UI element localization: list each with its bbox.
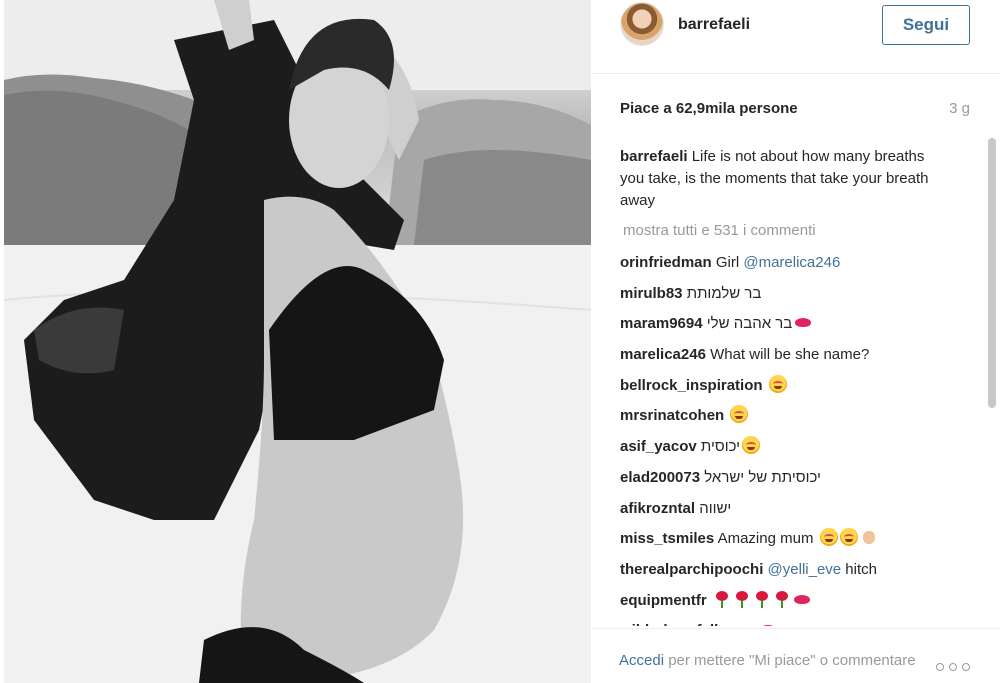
- comment-item: orinfriedman Girl @marelica246: [620, 252, 976, 283]
- comment-text: hitch: [841, 560, 877, 578]
- kiss-mark-icon: [759, 620, 777, 626]
- comment-item: therealparchipoochi @yelli_eve hitch: [620, 559, 976, 590]
- author-username[interactable]: barrefaeli: [678, 16, 750, 34]
- comment-item: asif_yacov יכוסית: [620, 436, 976, 467]
- comment-username[interactable]: mirulb83: [620, 285, 683, 302]
- comment-text: What will be she name?: [710, 346, 870, 364]
- rose-icon: [733, 590, 751, 608]
- post-sidebar: barrefaeli Segui Piace a 62,9mila person…: [592, 0, 1000, 683]
- login-prompt-text: per mettere "Mi piace" o commentare: [664, 652, 916, 669]
- rose-icon: [713, 590, 731, 608]
- kiss-mark-icon: [793, 590, 811, 608]
- comment-item: mrsrinatcohen: [620, 405, 976, 436]
- login-link[interactable]: Accedi: [619, 652, 664, 669]
- comment-text: בר שלמותת: [686, 284, 762, 302]
- comment-username[interactable]: mrsrinatcohen: [620, 407, 724, 424]
- comment-item: mirulb83 בר שלמותת: [620, 283, 976, 314]
- more-options-icon[interactable]: [936, 661, 970, 673]
- comment-username[interactable]: afikrozntal: [620, 500, 695, 517]
- view-all-comments-link[interactable]: mostra tutti e 531 i commenti: [623, 222, 816, 239]
- more-dot: [962, 663, 970, 671]
- photo-illustration: [4, 0, 591, 683]
- comment-item: bellrock_inspiration: [620, 374, 976, 406]
- post-caption: barrefaeli Life is not about how many br…: [620, 146, 950, 212]
- author-avatar[interactable]: [620, 2, 664, 46]
- comment-username[interactable]: equipmentfr: [620, 592, 707, 609]
- comment-username[interactable]: therealparchipoochi: [620, 561, 763, 578]
- comment-mention[interactable]: @marelica246: [743, 254, 840, 271]
- comment-username[interactable]: elad200073: [620, 469, 700, 486]
- more-dot: [949, 663, 957, 671]
- post-photo[interactable]: [4, 0, 591, 683]
- comment-username[interactable]: orinfriedman: [620, 254, 712, 271]
- kissing-face-icon: [742, 436, 761, 455]
- heart-eyes-face-icon: [730, 405, 749, 424]
- follow-button[interactable]: Segui: [882, 5, 970, 45]
- comment-text: יכוסית: [700, 438, 741, 456]
- comment-item: miss_tsmiles Amazing mum: [620, 528, 976, 559]
- login-prompt: Accedi per mettere "Mi piace" o commenta…: [619, 651, 919, 671]
- sweet-icon: [739, 620, 757, 626]
- comment-item: marelica246 What will be she name?: [620, 344, 976, 375]
- comment-text: ישווה: [699, 499, 732, 517]
- comment-username[interactable]: wilderbuzzfeller: [620, 622, 733, 626]
- post-timestamp[interactable]: 3 g: [949, 100, 970, 117]
- comment-mention[interactable]: @yelli_eve: [768, 561, 842, 578]
- comment-item: afikrozntal ישווה: [620, 498, 976, 529]
- comment-text: יכוסיתת של ישראל: [704, 468, 821, 486]
- comment-username[interactable]: bellrock_inspiration: [620, 377, 763, 394]
- kissing-face-icon: [819, 528, 838, 547]
- heart-eyes-face-icon: [839, 528, 858, 547]
- comments-scrollbar[interactable]: [988, 138, 996, 408]
- kiss-mark-icon: [794, 313, 812, 331]
- comment-username[interactable]: maram9694: [620, 315, 703, 332]
- likes-count[interactable]: Piace a 62,9mila persone: [620, 100, 798, 117]
- comment-text: Amazing mum: [717, 530, 818, 548]
- comment-username[interactable]: asif_yacov: [620, 438, 697, 455]
- likes-row: Piace a 62,9mila persone 3 g: [620, 100, 970, 120]
- post-header: barrefaeli Segui: [592, 0, 1000, 74]
- heart-eyes-face-icon: [768, 374, 787, 393]
- caption-username[interactable]: barrefaeli: [620, 148, 688, 165]
- rose-icon: [773, 590, 791, 608]
- comment-text: Girl: [715, 254, 744, 271]
- comment-item: elad200073 יכוסיתת של ישראל: [620, 467, 976, 498]
- comment-text: בר אהבה שלי: [706, 315, 793, 333]
- comment-username[interactable]: marelica246: [620, 346, 706, 363]
- comment-username[interactable]: miss_tsmiles: [620, 530, 714, 547]
- comment-item: equipmentfr: [620, 590, 976, 621]
- comment-item: maram9694 בר אהבה שלי: [620, 313, 976, 344]
- post-footer: Accedi per mettere "Mi piace" o commenta…: [592, 628, 1000, 683]
- rose-icon: [753, 590, 771, 608]
- comments-list: orinfriedman Girl @marelica246 mirulb83 …: [620, 252, 976, 626]
- more-dot: [936, 663, 944, 671]
- ok-hand-icon: [860, 528, 878, 546]
- comment-item: wilderbuzzfeller: [620, 620, 976, 626]
